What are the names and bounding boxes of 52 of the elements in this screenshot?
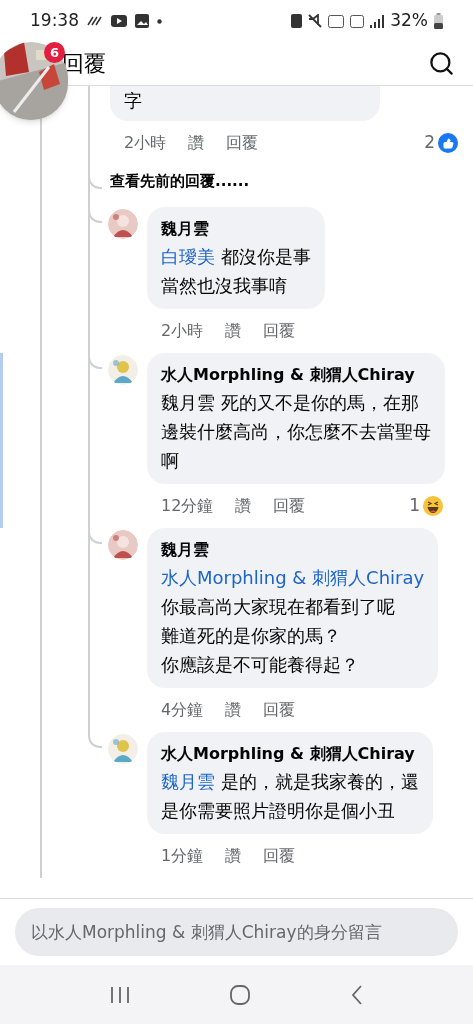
timestamp: 1分鐘 xyxy=(161,845,204,867)
mention-link[interactable]: 水人Morphling & 刺猬人Chiray xyxy=(161,567,425,588)
clock: 19:38 xyxy=(30,9,79,33)
reply-link[interactable]: 回覆 xyxy=(273,494,306,518)
timestamp: 2小時 xyxy=(161,320,204,342)
reaction-count: 2 xyxy=(424,131,435,155)
like-link[interactable]: 讚 xyxy=(225,844,242,868)
timestamp: 12分鐘 xyxy=(161,495,214,517)
mute-icon xyxy=(308,14,323,28)
reaction-count: 1 xyxy=(409,494,420,518)
mention-link[interactable]: 白璦美 xyxy=(161,246,215,267)
signal-icon xyxy=(370,14,385,28)
laughing-face-icon xyxy=(423,496,443,516)
like-link[interactable]: 讚 xyxy=(225,698,242,722)
comment-input[interactable]: 以水人Morphling & 刺猬人Chiray的身分留言 xyxy=(15,908,458,956)
commenter-name[interactable]: 魏月雲 xyxy=(161,537,425,563)
recent-apps-icon[interactable] xyxy=(109,984,132,1005)
like-icon xyxy=(438,133,458,153)
comment-text: 字 xyxy=(124,89,143,113)
comment-text: 魏月雲 是的，就是我家養的，還 xyxy=(161,770,419,794)
back-icon[interactable] xyxy=(349,983,364,1006)
battery-percent: 32% xyxy=(390,9,428,33)
comment-text: 白璦美 都沒你是事 xyxy=(161,245,311,269)
video-icon xyxy=(111,13,127,29)
reply-link[interactable]: 回覆 xyxy=(226,131,259,155)
reply-link[interactable]: 回覆 xyxy=(263,698,296,722)
comment-text: 你最高尚大家現在都看到了呢 xyxy=(161,595,396,619)
image-icon xyxy=(135,14,149,28)
comment-text: 難道死的是你家的馬？ xyxy=(161,624,342,648)
view-previous-replies-link[interactable]: 查看先前的回覆...... xyxy=(110,170,250,193)
commenter-name[interactable]: 水人Morphling & 刺猬人Chiray xyxy=(161,741,419,767)
reply-link[interactable]: 回覆 xyxy=(263,319,296,343)
like-link[interactable]: 讚 xyxy=(235,494,252,518)
comment-text: 是你需要照片證明你是個小丑 xyxy=(161,799,396,823)
home-icon[interactable] xyxy=(229,983,252,1006)
notification-badge: 6 xyxy=(44,42,65,63)
commenter-name[interactable]: 水人Morphling & 刺猬人Chiray xyxy=(161,362,431,388)
mention-link[interactable]: 魏月雲 xyxy=(161,771,215,792)
comment-text: 邊裝什麼高尚，你怎麼不去當聖母 xyxy=(161,420,431,444)
timestamp: 4分鐘 xyxy=(161,699,204,721)
reply-link[interactable]: 回覆 xyxy=(263,844,296,868)
comment-text: 你應該是不可能養得起？ xyxy=(161,653,360,677)
like-link[interactable]: 讚 xyxy=(225,319,242,343)
comment-text: 啊 xyxy=(161,449,180,473)
search-button[interactable] xyxy=(428,50,455,77)
timestamp: 2小時 xyxy=(124,132,167,154)
like-link[interactable]: 讚 xyxy=(188,131,205,155)
dot-icon xyxy=(157,18,162,24)
comment-text: 魏月雲 死的又不是你的馬，在那 xyxy=(161,391,420,415)
comment-text: 當然也沒我事唷 xyxy=(161,274,288,298)
commenter-name[interactable]: 魏月雲 xyxy=(161,216,311,242)
battery-icon xyxy=(434,13,443,29)
